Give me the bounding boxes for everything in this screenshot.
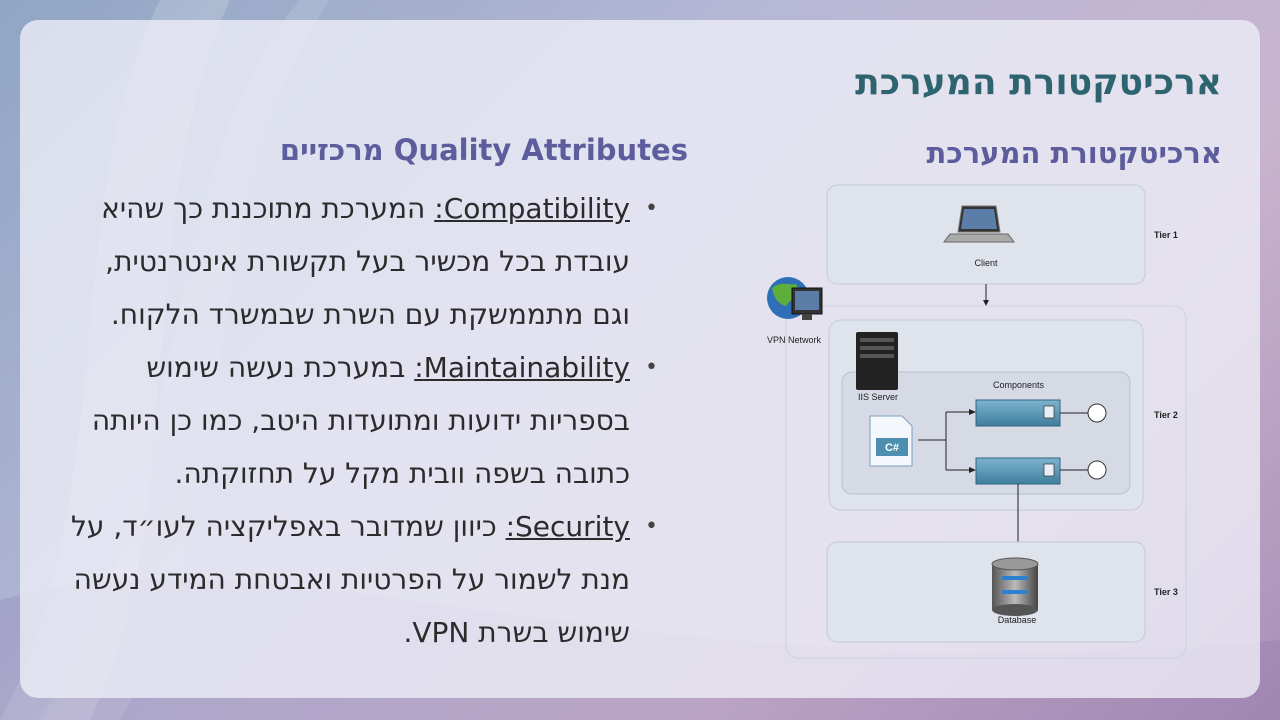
components-label: Components [993,380,1045,390]
bullet-dot: • [645,196,658,221]
tier1-label: Tier 1 [1154,230,1178,240]
bullet-compatibility: • Compatibility: המערכת מתוכננת כך שהיא … [70,182,658,341]
bullet-dot: • [645,355,658,380]
vpn-network-label: VPN Network [767,335,822,345]
csharp-file-icon [869,415,913,467]
architecture-subtitle: ארכיטקטורת המערכת [926,136,1222,170]
quality-attributes-title: Quality Attributes מרכזיים [279,133,688,167]
bullet-maintainability: • Maintainability: במערכת נעשה שימוש בספ… [70,341,658,500]
tier3-label: Tier 3 [1154,587,1178,597]
tier3-box [826,541,1146,643]
architecture-diagram: Client Tier 1 IIS Server Components C# T… [767,184,1187,659]
bullet-key: Security: [505,510,630,543]
client-label: Client [974,258,998,268]
server-tower-icon [856,332,898,390]
database-label: Database [998,615,1037,625]
bullet-security: • Security: כיוון שמדובר באפליקציה לעו״ד… [70,500,658,659]
page-title: ארכיטקטורת המערכת [855,62,1222,103]
tier2-label: Tier 2 [1154,410,1178,420]
database-icon [991,557,1039,616]
quality-attributes-list: • Compatibility: המערכת מתוכננת כך שהיא … [70,182,658,659]
csharp-label: C# [885,442,899,454]
vpn-globe-icon [767,277,823,320]
bullet-dot: • [645,514,658,539]
bullet-key: Maintainability: [414,351,630,384]
bullet-key: Compatibility: [434,192,630,225]
iis-server-label: IIS Server [858,392,898,402]
